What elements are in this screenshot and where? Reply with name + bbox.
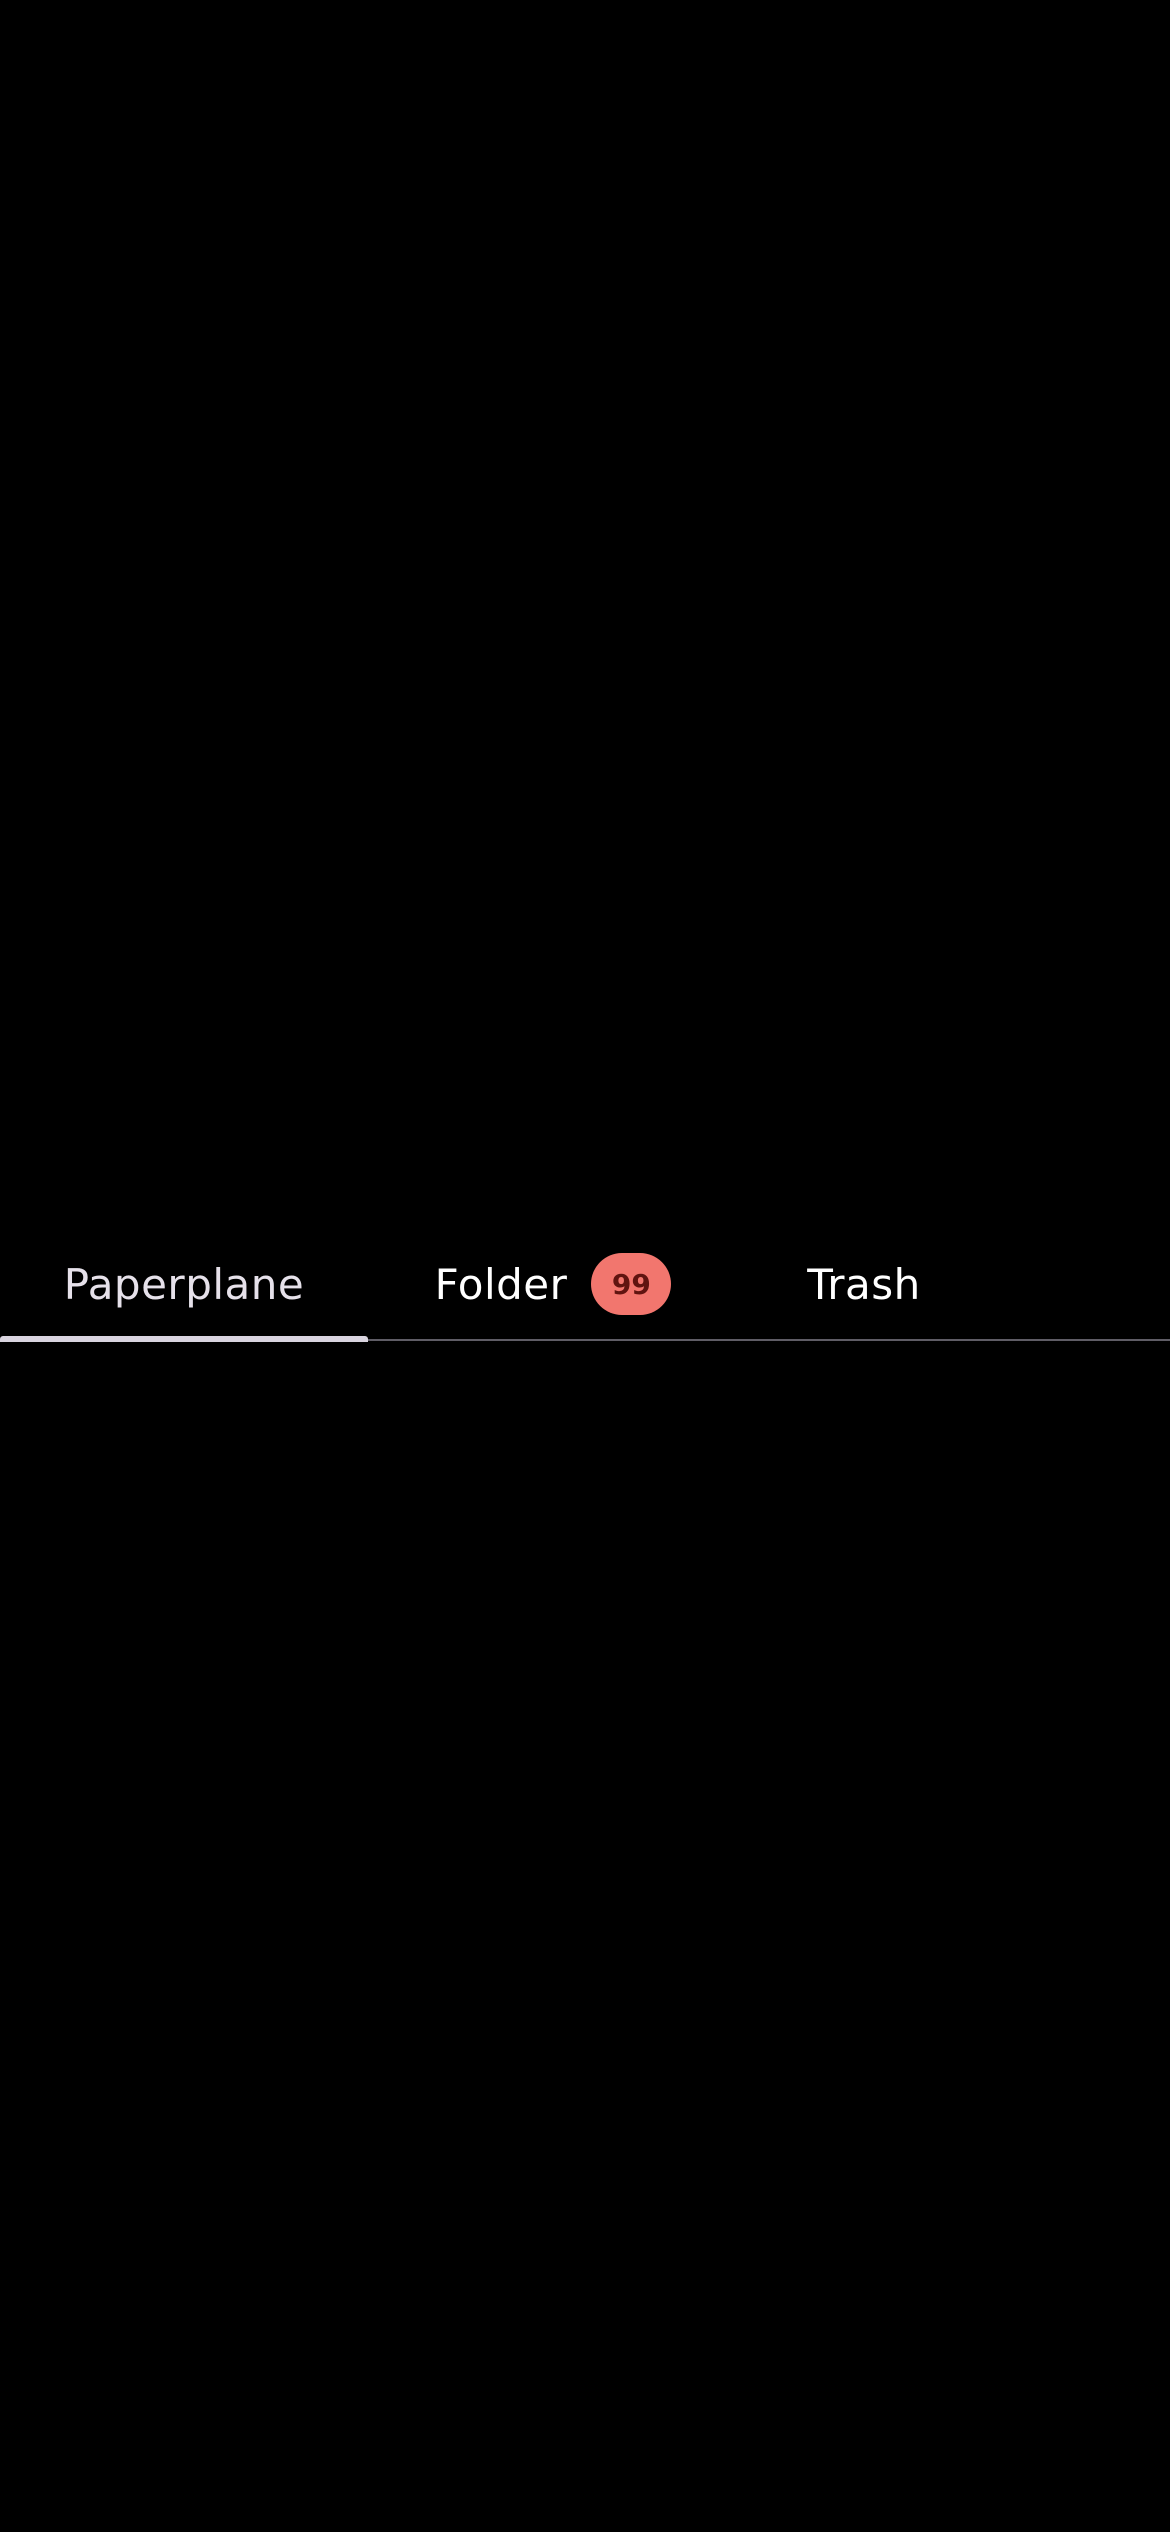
tab-trash[interactable]: Trash — [738, 1228, 990, 1340]
tab-folder-label: Folder — [434, 1259, 568, 1309]
folder-count-badge: 99 — [591, 1253, 672, 1315]
tab-paperplane-label: Paperplane — [63, 1259, 305, 1309]
tab-bar: Paperplane Folder 99 Trash — [0, 1228, 1170, 1342]
active-tab-indicator — [0, 1336, 368, 1342]
screen: Paperplane Folder 99 Trash — [0, 0, 1170, 2532]
tab-paperplane[interactable]: Paperplane — [0, 1228, 368, 1340]
tab-folder[interactable]: Folder 99 — [368, 1228, 738, 1340]
tab-trash-label: Trash — [807, 1259, 921, 1309]
